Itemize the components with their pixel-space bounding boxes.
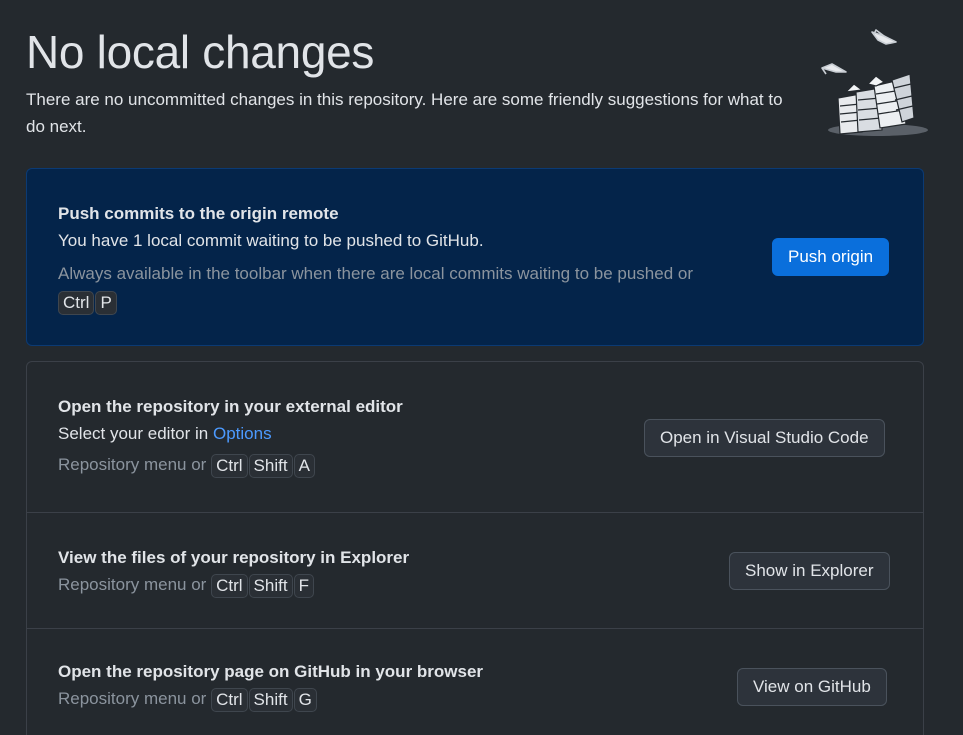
page-title: No local changes (26, 26, 375, 78)
kbd-ctrl: Ctrl (211, 687, 248, 712)
push-origin-button[interactable]: Push origin (772, 238, 890, 276)
push-shortcut: Ctrl P (58, 288, 693, 315)
kbd-p: P (95, 290, 117, 315)
suggestions-list: Open the repository in your external edi… (26, 361, 924, 735)
editor-description-text: Select your editor in (58, 424, 209, 443)
editor-hint: Repository menu or Ctrl Shift A (58, 451, 403, 478)
kbd-g: G (293, 687, 317, 712)
paper-stacks-illustration-icon (821, 29, 928, 136)
github-hint: Repository menu or Ctrl Shift G (58, 685, 483, 712)
options-link[interactable]: Options (213, 424, 272, 443)
show-in-explorer-button[interactable]: Show in Explorer (729, 552, 890, 590)
editor-hint-text: Repository menu or (58, 455, 207, 474)
push-description: You have 1 local commit waiting to be pu… (58, 231, 484, 250)
page-subtitle: There are no uncommitted changes in this… (26, 90, 783, 136)
explorer-row: View the files of your repository in Exp… (27, 512, 923, 629)
editor-description: Select your editor in Options (58, 420, 403, 447)
github-heading: Open the repository page on GitHub in yo… (58, 662, 484, 681)
open-in-editor-button[interactable]: Open in Visual Studio Code (644, 419, 885, 457)
push-hint: Always available in the toolbar when the… (58, 264, 694, 283)
kbd-shift: Shift (248, 453, 293, 478)
push-suggestion-card: Push commits to the origin remote You ha… (26, 168, 924, 346)
github-hint-text: Repository menu or (58, 689, 207, 708)
view-on-github-button[interactable]: View on GitHub (737, 668, 887, 706)
push-heading: Push commits to the origin remote (58, 204, 339, 223)
editor-heading: Open the repository in your external edi… (58, 397, 403, 416)
kbd-ctrl: Ctrl (211, 573, 248, 598)
explorer-hint: Repository menu or Ctrl Shift F (58, 571, 409, 598)
kbd-ctrl: Ctrl (58, 290, 95, 315)
kbd-ctrl: Ctrl (211, 453, 248, 478)
external-editor-row: Open the repository in your external edi… (27, 362, 923, 512)
github-row: Open the repository page on GitHub in yo… (27, 628, 923, 735)
kbd-shift: Shift (248, 687, 293, 712)
no-changes-view: No local changes There are no uncommitte… (0, 0, 963, 735)
kbd-a: A (293, 453, 315, 478)
explorer-hint-text: Repository menu or (58, 575, 207, 594)
kbd-f: F (293, 573, 314, 598)
kbd-shift: Shift (248, 573, 293, 598)
explorer-heading: View the files of your repository in Exp… (58, 548, 410, 567)
